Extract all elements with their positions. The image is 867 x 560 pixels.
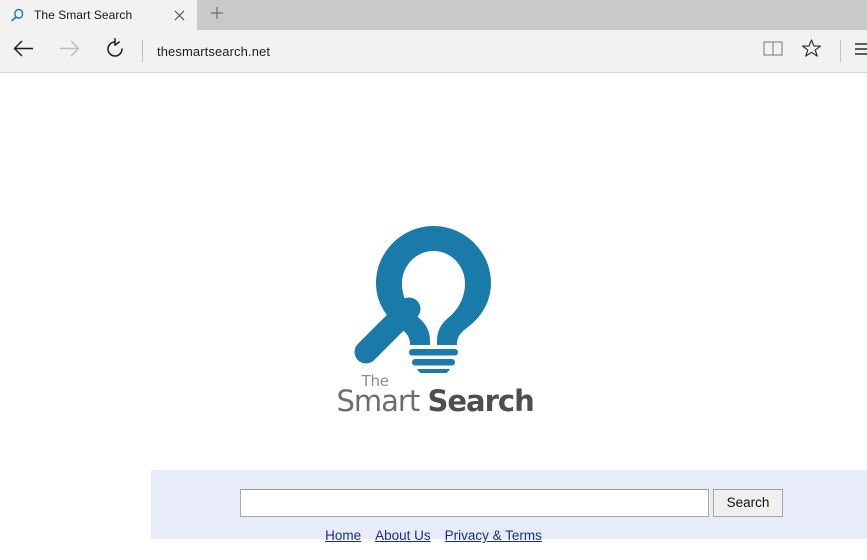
search-input[interactable] — [240, 489, 709, 517]
favorites-button[interactable] — [792, 30, 830, 73]
browser-tab-the-smart-search[interactable]: The Smart Search — [0, 0, 197, 30]
brand-search: Search — [427, 384, 534, 418]
browser-toolbar: thesmartsearch.net — [0, 30, 867, 73]
brand-smart-search: Smart Search — [336, 384, 535, 418]
tab-title: The Smart Search — [34, 8, 133, 22]
hamburger-menu-icon — [855, 41, 867, 62]
search-button[interactable]: Search — [713, 489, 783, 517]
toolbar-actions — [754, 30, 867, 73]
browser-window: The Smart Search thesmartsearch.net The … — [0, 0, 867, 560]
browser-menu-button[interactable] — [851, 30, 867, 73]
star-icon — [801, 38, 822, 64]
new-tab-button[interactable] — [197, 0, 237, 30]
book-icon — [763, 40, 783, 62]
back-arrow-icon — [12, 39, 35, 63]
forward-arrow-icon — [58, 39, 81, 63]
toolbar-divider-right — [840, 40, 841, 62]
brand-smart: Smart — [336, 384, 428, 418]
brand-wordmark: The Smart Search — [334, 372, 535, 418]
reload-icon — [104, 37, 126, 65]
reload-button[interactable] — [92, 30, 138, 73]
tab-strip: The Smart Search — [0, 0, 867, 30]
magnifier-lightbulb-logo-icon — [346, 221, 521, 378]
footer-link-home[interactable]: Home — [325, 528, 361, 543]
plus-icon — [210, 6, 224, 25]
forward-button[interactable] — [46, 30, 92, 73]
magnifier-icon — [9, 7, 26, 24]
address-bar[interactable]: thesmartsearch.net — [149, 30, 754, 73]
reading-view-button[interactable] — [754, 30, 792, 73]
close-icon[interactable] — [167, 3, 191, 27]
footer-link-about-us[interactable]: About Us — [375, 528, 431, 543]
page-content: The Smart Search Search Home About Us Pr… — [0, 73, 867, 559]
footer-links: Home About Us Privacy & Terms — [0, 528, 867, 543]
footer-link-privacy-terms[interactable]: Privacy & Terms — [445, 528, 542, 543]
toolbar-divider — [142, 40, 143, 62]
site-logo: The Smart Search — [0, 221, 867, 418]
url-text: thesmartsearch.net — [157, 43, 271, 59]
back-button[interactable] — [0, 30, 46, 73]
